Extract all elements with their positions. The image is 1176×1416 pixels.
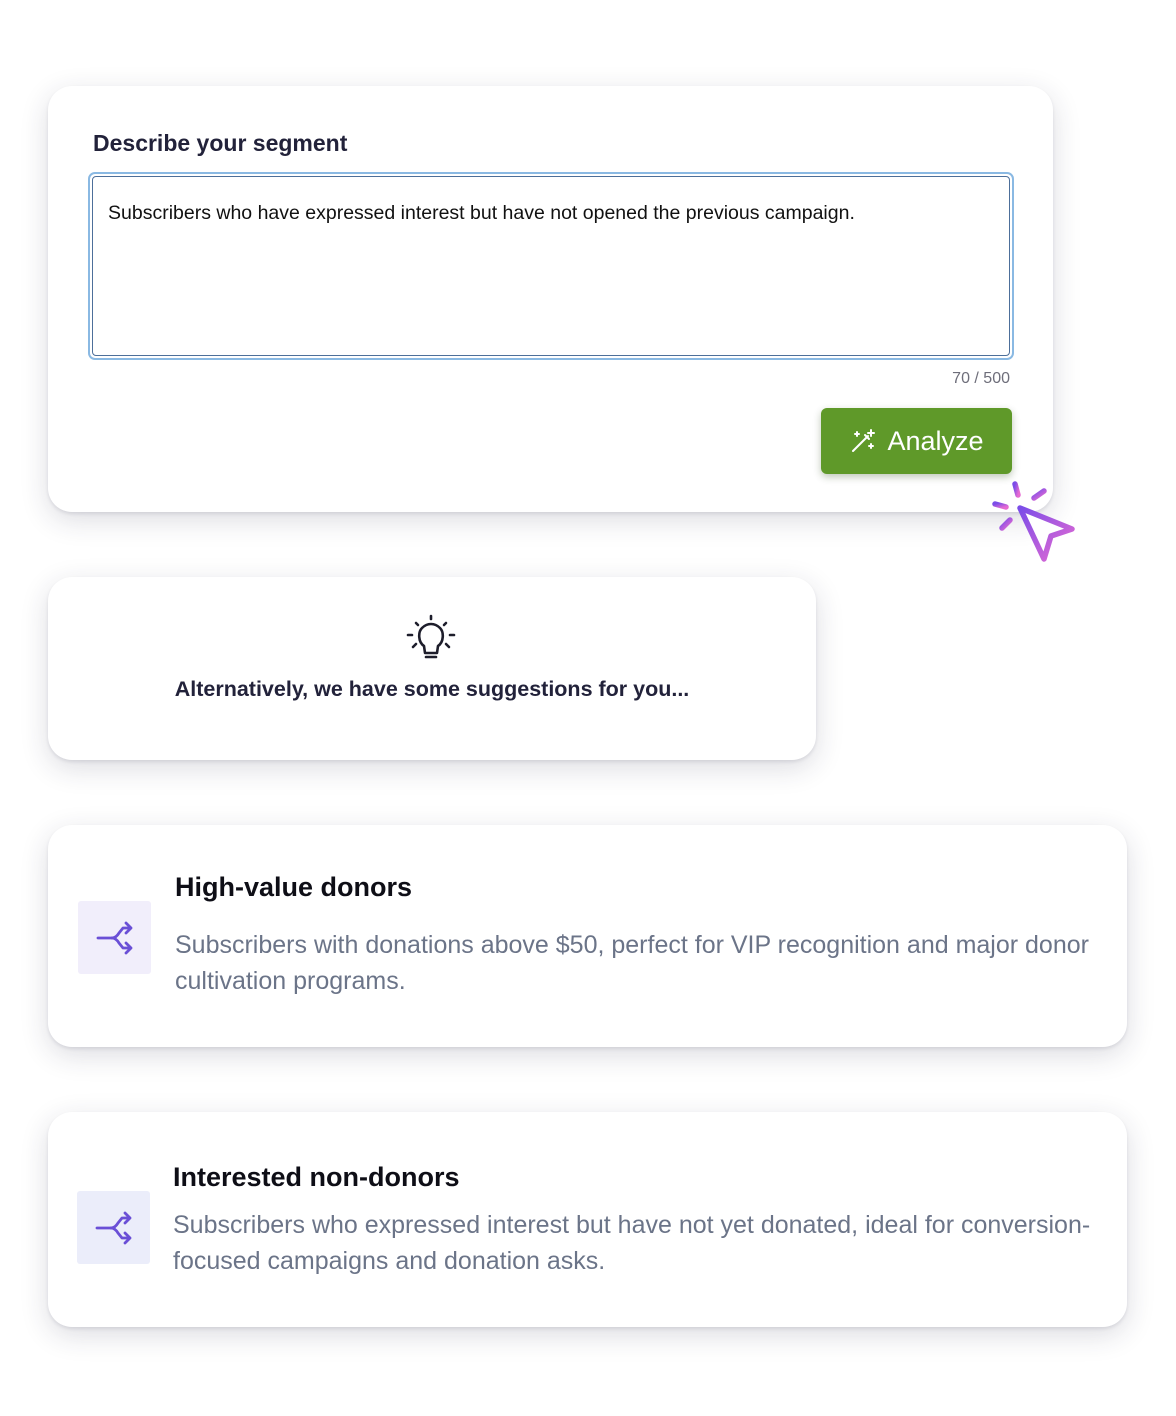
segment-description-card: Describe your segment Subscribers who ha… bbox=[48, 86, 1053, 512]
magic-wand-icon bbox=[849, 427, 877, 455]
segment-form-title: Describe your segment bbox=[93, 130, 348, 156]
split-arrows-icon bbox=[78, 901, 151, 974]
segment-description-field-wrapper: Subscribers who have expressed interest … bbox=[88, 172, 1014, 360]
analyze-button-label: Analyze bbox=[887, 425, 984, 456]
split-arrows-icon bbox=[77, 1191, 150, 1264]
analyze-button[interactable]: Analyze bbox=[821, 408, 1012, 474]
suggestions-card: Alternatively, we have some suggestions … bbox=[48, 577, 816, 760]
segment-description-input[interactable]: Subscribers who have expressed interest … bbox=[92, 176, 1010, 356]
segment-suggestion-description: Subscribers who expressed interest but h… bbox=[173, 1211, 1091, 1275]
segment-suggestion-description: Subscribers with donations above $50, pe… bbox=[175, 931, 1089, 995]
click-cursor-icon bbox=[992, 481, 1075, 562]
character-counter: 70 / 500 bbox=[952, 370, 1010, 387]
segment-suggestion-card[interactable]: High-value donors Subscribers with donat… bbox=[48, 825, 1127, 1047]
segment-suggestion-card[interactable]: Interested non-donors Subscribers who ex… bbox=[48, 1112, 1127, 1327]
suggestions-heading: Alternatively, we have some suggestions … bbox=[174, 677, 690, 701]
segment-suggestion-title: Interested non-donors bbox=[173, 1162, 460, 1192]
lightbulb-icon bbox=[405, 613, 457, 665]
segment-suggestion-title: High-value donors bbox=[175, 872, 413, 902]
